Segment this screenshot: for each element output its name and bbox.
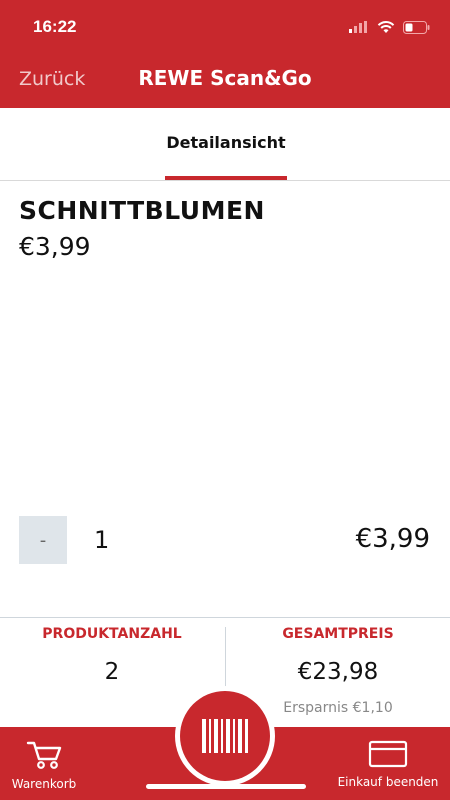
line-total: €3,99 (355, 524, 430, 554)
page-title: REWE Scan&Go (138, 66, 312, 90)
quantity-value: 1 (94, 526, 110, 554)
nav-bar: Zurück REWE Scan&Go (0, 50, 450, 108)
finish-purchase-tab[interactable]: Einkauf beenden (333, 727, 443, 789)
home-indicator (146, 784, 306, 789)
total-price-value: €23,98 (297, 659, 379, 685)
wifi-icon (377, 20, 395, 33)
cart-icon (26, 741, 62, 769)
cart-tab[interactable]: Warenkorb (6, 727, 82, 791)
battery-icon (403, 20, 430, 34)
product-name: SCHNITTBLUMEN (19, 196, 265, 225)
segment-bar: Detailansicht (0, 108, 450, 181)
card-icon (368, 740, 408, 768)
product-count-label: PRODUKTANZAHL (42, 626, 182, 642)
active-tab-indicator (165, 176, 287, 180)
savings-text: Ersparnis €1,10 (283, 700, 393, 716)
status-bar: 16:22 (0, 0, 450, 50)
finish-purchase-label: Einkauf beenden (337, 775, 439, 789)
product-count-value: 2 (104, 659, 120, 685)
status-time: 16:22 (33, 17, 77, 36)
decrease-quantity-button[interactable]: - (19, 516, 67, 564)
signal-icon (349, 21, 367, 33)
scan-button[interactable] (180, 691, 270, 781)
cart-tab-label: Warenkorb (11, 777, 77, 791)
product-price: €3,99 (19, 232, 91, 261)
status-icons (349, 19, 430, 35)
barcode-icon (202, 719, 248, 753)
tab-detailansicht[interactable]: Detailansicht (165, 108, 287, 180)
total-price-label: GESAMTPREIS (282, 626, 394, 642)
